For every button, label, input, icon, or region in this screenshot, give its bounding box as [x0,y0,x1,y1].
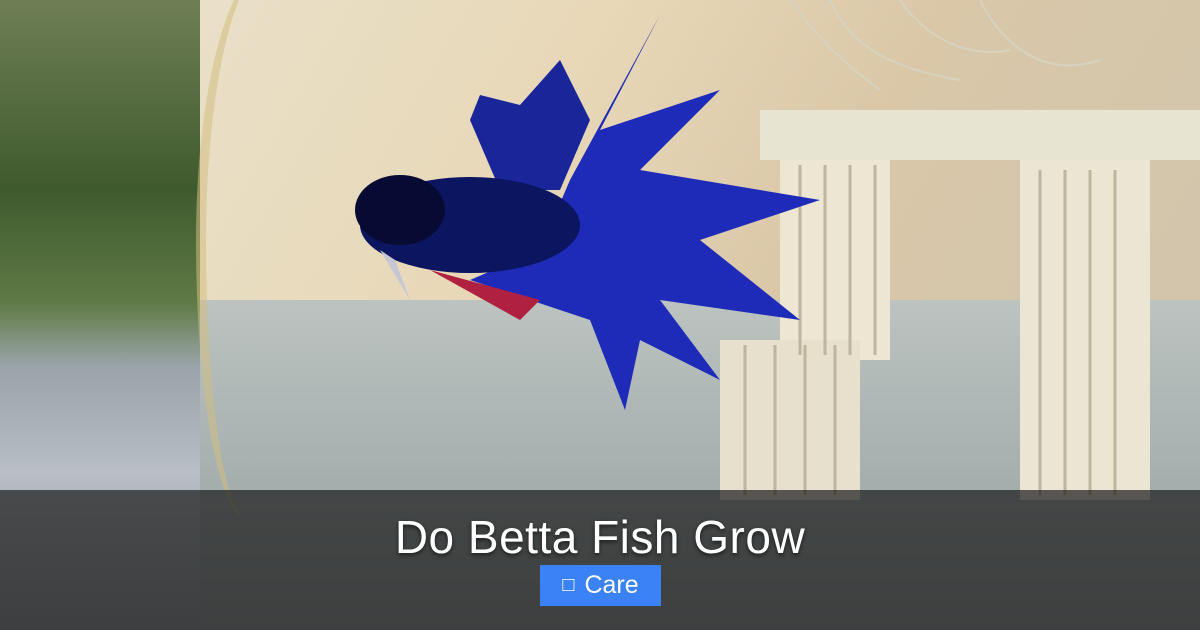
decorative-ruins [720,0,1200,500]
category-label: Care [584,571,639,599]
page-title: Do Betta Fish Grow [394,511,806,563]
folder-icon: □ [562,574,575,596]
category-badge[interactable]: □ Care [540,565,661,606]
